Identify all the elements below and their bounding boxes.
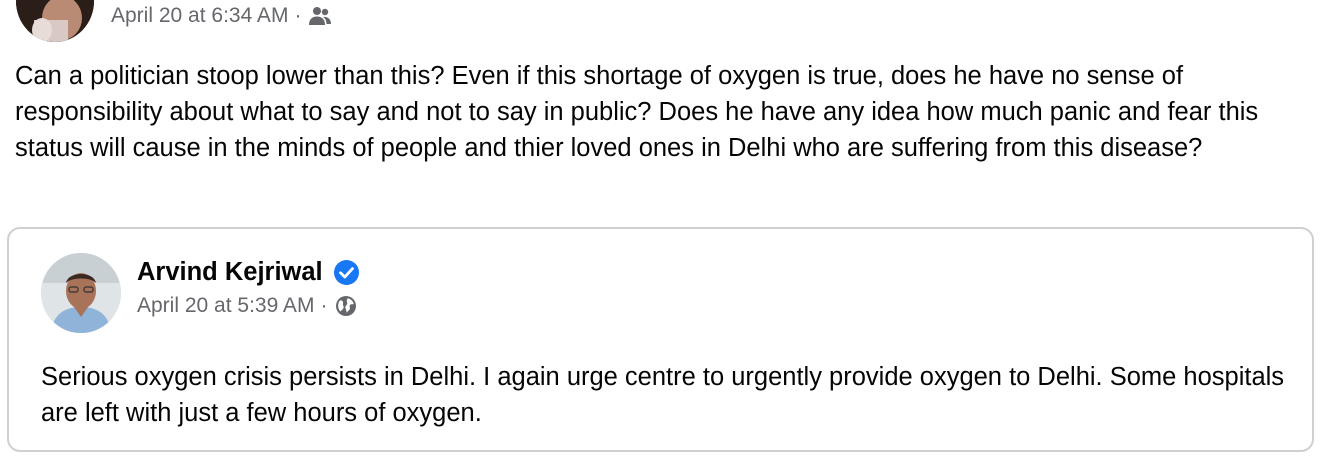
shared-post-text: Serious oxygen crisis persists in Delhi.…	[41, 363, 1285, 427]
more-options-icon[interactable]	[1266, 0, 1306, 6]
post-timestamp[interactable]: April 20 at 6:34 AM	[111, 4, 288, 28]
post-text: Can a politician stoop lower than this? …	[15, 62, 1259, 162]
author-avatar[interactable]	[16, 0, 94, 42]
author-avatar-image	[16, 0, 94, 42]
shared-author-name[interactable]: Arvind Kejriwal	[137, 258, 323, 287]
shared-post-card[interactable]: Arvind Kejriwal April 20 at 5:39 AM · Se…	[7, 227, 1314, 452]
shared-author-avatar-image	[41, 253, 121, 333]
meta-separator: ·	[294, 4, 302, 27]
friends-icon[interactable]	[307, 4, 333, 28]
post-meta: April 20 at 6:34 AM ·	[111, 2, 333, 30]
feed-post: April 20 at 6:34 AM · Can a politician s…	[0, 0, 1328, 462]
shared-author-row: Arvind Kejriwal	[137, 256, 360, 288]
shared-author-avatar[interactable]	[41, 253, 121, 333]
shared-post-timestamp[interactable]: April 20 at 5:39 AM	[137, 294, 314, 318]
globe-icon[interactable]	[333, 294, 359, 318]
shared-post-meta: April 20 at 5:39 AM ·	[137, 292, 359, 320]
verified-badge-icon	[333, 259, 360, 286]
post-header: April 20 at 6:34 AM ·	[0, 0, 1328, 42]
meta-separator: ·	[320, 294, 328, 317]
